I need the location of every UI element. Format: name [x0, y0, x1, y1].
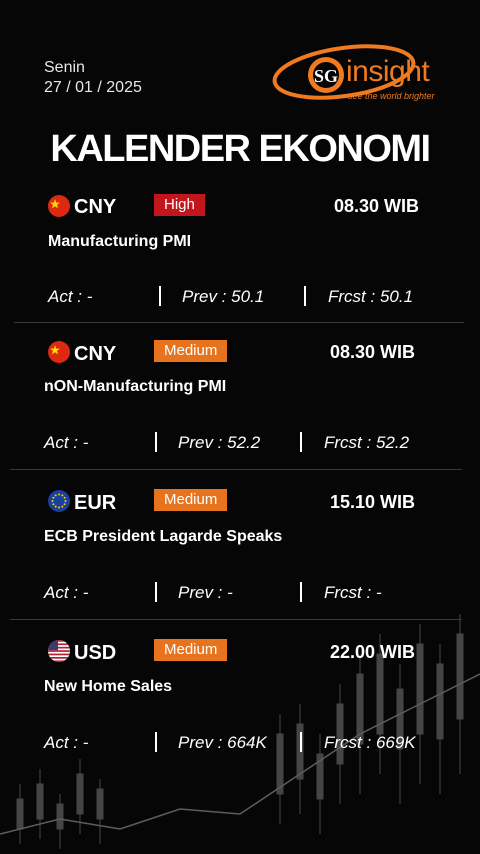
china-flag-icon — [48, 195, 70, 217]
forecast-value: Frcst : 52.2 — [324, 433, 410, 452]
event-time: 08.30 WIB — [330, 342, 416, 362]
impact-badge: High — [154, 194, 205, 216]
separator — [300, 732, 302, 752]
currency-code: CNY — [74, 343, 117, 365]
actual-value: Act : - — [48, 287, 93, 306]
date-block: Senin 27 / 01 / 2025 — [44, 58, 142, 98]
china-flag-icon — [48, 341, 70, 363]
event-name: New Home Sales — [44, 678, 173, 695]
previous-value: Prev : 664K — [178, 733, 267, 752]
impact-badge: Medium — [154, 489, 228, 511]
forecast-value: Frcst : 50.1 — [328, 287, 414, 306]
forecast-value: Frcst : 669K — [324, 733, 416, 752]
event-row: CNY High 08.30 WIB Manufacturing PMI Act… — [0, 190, 480, 330]
separator — [155, 732, 157, 752]
day-label: Senin — [44, 59, 85, 76]
event-time: 08.30 WIB — [334, 196, 420, 216]
currency-code: USD — [74, 642, 117, 664]
actual-value: Act : - — [44, 733, 89, 752]
event-row: EUR Medium 15.10 WIB ECB President Lagar… — [0, 486, 480, 626]
eu-flag-icon — [48, 490, 70, 512]
currency-code: EUR — [74, 492, 117, 514]
event-row: CNY Medium 08.30 WIB nON-Manufacturing P… — [0, 336, 480, 476]
logo-initials: SG — [314, 66, 338, 86]
row-divider — [10, 619, 462, 620]
event-time: 15.10 WIB — [330, 492, 416, 512]
us-flag-icon — [48, 640, 70, 662]
previous-value: Prev : 50.1 — [182, 287, 265, 306]
date-label: 27 / 01 / 2025 — [44, 79, 142, 96]
impact-badge: Medium — [154, 340, 228, 362]
event-name: nON-Manufacturing PMI — [44, 378, 227, 395]
separator — [300, 432, 302, 452]
row-divider — [14, 322, 464, 323]
impact-badge: Medium — [154, 639, 228, 661]
actual-value: Act : - — [44, 583, 89, 602]
forecast-value: Frcst : - — [324, 583, 382, 602]
actual-value: Act : - — [44, 433, 89, 452]
separator — [304, 286, 306, 306]
separator — [300, 582, 302, 602]
page-title: KALENDER EKONOMI — [50, 128, 431, 170]
logo-name: insight — [346, 55, 430, 88]
row-divider — [10, 469, 462, 470]
currency-code: CNY — [74, 196, 117, 218]
logo-tagline: see the world brighter — [348, 91, 435, 101]
event-name: Manufacturing PMI — [48, 233, 192, 250]
previous-value: Prev : 52.2 — [178, 433, 261, 452]
previous-value: Prev : - — [178, 583, 233, 602]
separator — [155, 432, 157, 452]
event-name: ECB President Lagarde Speaks — [44, 528, 283, 545]
event-row: USD Medium 22.00 WIB New Home Sales Act … — [0, 636, 480, 776]
separator — [155, 582, 157, 602]
event-time: 22.00 WIB — [330, 642, 416, 662]
separator — [159, 286, 161, 306]
